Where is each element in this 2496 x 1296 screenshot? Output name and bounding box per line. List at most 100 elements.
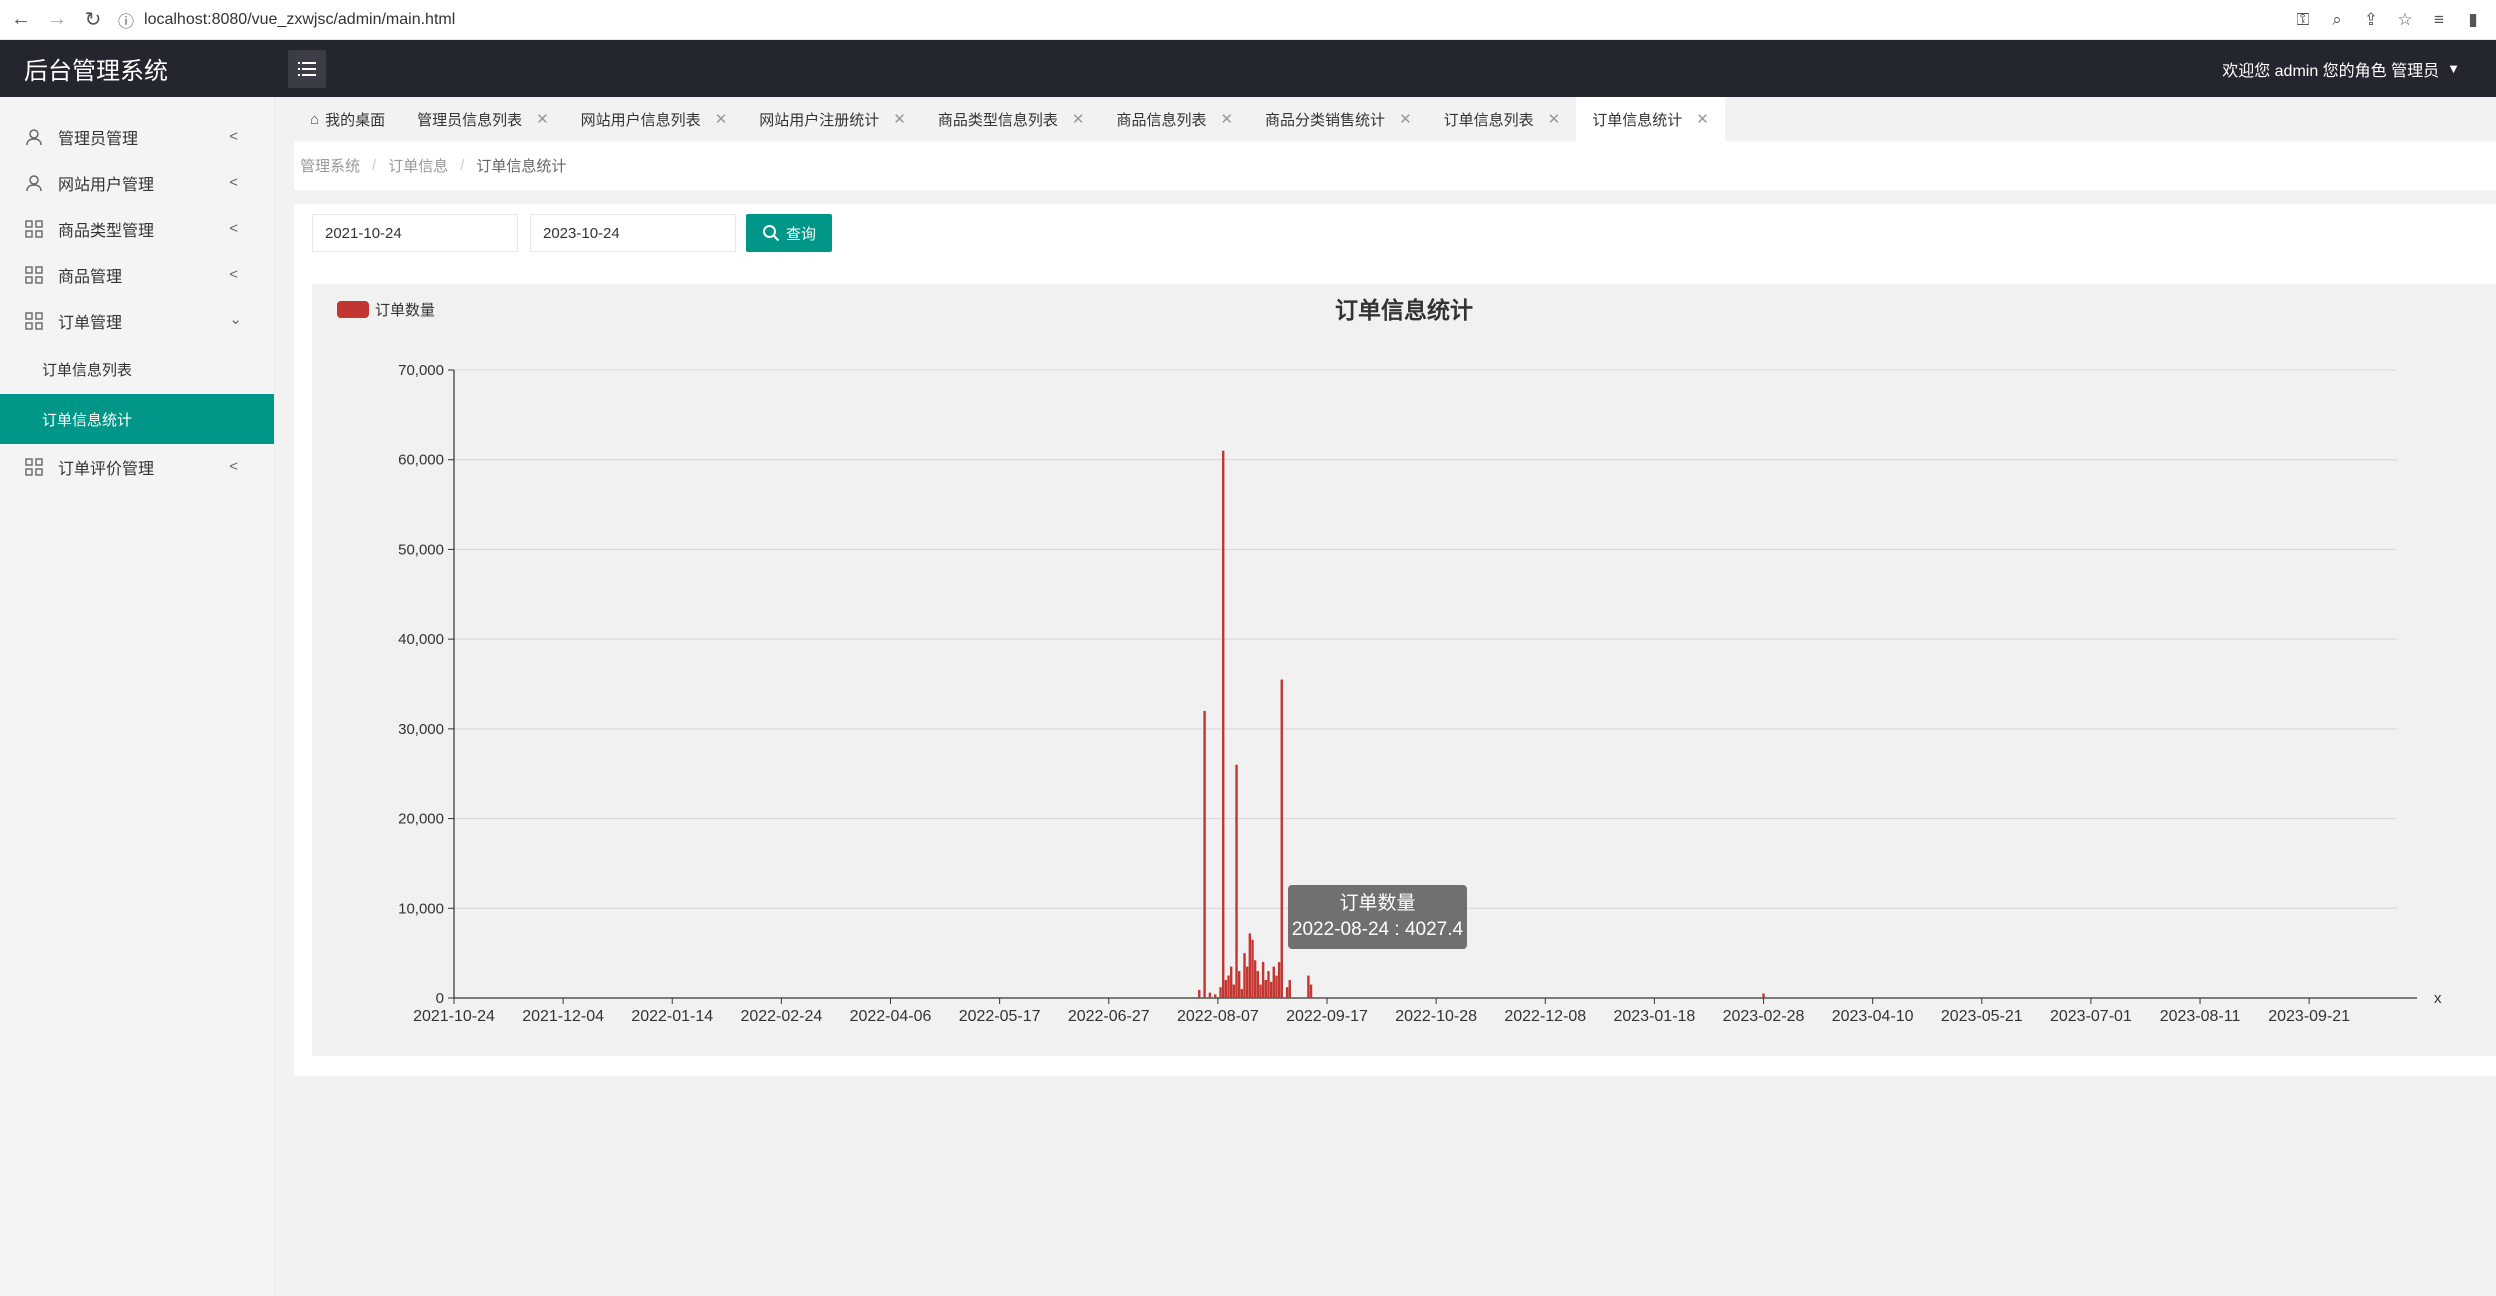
home-icon: ⌂ (310, 110, 320, 128)
x-tick-label: 2023-04-10 (1832, 1008, 1914, 1025)
close-icon[interactable]: ✕ (1399, 110, 1412, 128)
breadcrumb-item: 订单信息统计 (476, 158, 567, 175)
url-text[interactable]: localhost:8080/vue_zxwjsc/admin/main.htm… (144, 11, 455, 29)
sidebar-item-site-users[interactable]: 网站用户管理 < (0, 160, 274, 206)
address-bar[interactable]: ⓘ localhost:8080/vue_zxwjsc/admin/main.h… (118, 5, 455, 35)
data-bar (1762, 993, 1765, 998)
x-tick-label: 2023-09-21 (2268, 1008, 2350, 1025)
tab-product-list[interactable]: 商品信息列表 ✕ (1100, 97, 1249, 141)
sidebar-subitem-order-stats[interactable]: 订单信息统计 (0, 394, 274, 444)
x-tick-label: 2021-10-24 (413, 1008, 495, 1025)
reading-list-icon[interactable]: ≡ (2426, 5, 2452, 35)
breadcrumb-item[interactable]: 管理系统 (300, 155, 360, 176)
data-bar (1235, 764, 1238, 998)
tab-order-list[interactable]: 订单信息列表 ✕ (1428, 97, 1577, 141)
share-icon[interactable]: ⇪ (2358, 5, 2384, 35)
menu-toggle-button[interactable] (288, 49, 326, 88)
app-title: 后台管理系统 (24, 58, 168, 85)
grid-icon (24, 219, 44, 239)
start-date-input[interactable] (312, 214, 518, 252)
data-bar (1245, 966, 1249, 998)
sidebar-item-product-types[interactable]: 商品类型管理 < (0, 206, 274, 252)
data-bar (1203, 710, 1206, 998)
chevron-left-icon: < (229, 220, 238, 237)
legend-label: 订单数量 (375, 302, 435, 319)
x-tick-label: 2021-12-04 (522, 1008, 604, 1025)
data-bar (1227, 975, 1230, 998)
close-icon[interactable]: ✕ (536, 110, 549, 128)
tab-label: 网站用户注册统计 (759, 111, 880, 129)
x-tick-label: 2022-10-28 (1395, 1008, 1477, 1025)
tab-site-user-list[interactable]: 网站用户信息列表 ✕ (565, 97, 744, 141)
data-bar (1243, 953, 1246, 998)
chevron-left-icon: < (229, 174, 238, 191)
data-bar (1307, 975, 1310, 998)
tooltip-title: 订单数量 (1339, 893, 1416, 914)
breadcrumb-separator: / (372, 157, 377, 174)
back-icon[interactable]: ← (6, 5, 36, 35)
data-bar (1275, 975, 1278, 998)
data-bar (1261, 961, 1265, 998)
tab-site-user-register-stats[interactable]: 网站用户注册统计 ✕ (743, 97, 922, 141)
close-icon[interactable]: ✕ (715, 110, 728, 128)
close-icon[interactable]: ✕ (1220, 110, 1233, 128)
tab-category-sales-stats[interactable]: 商品分类销售统计 ✕ (1249, 97, 1428, 141)
close-icon[interactable]: ✕ (893, 110, 906, 128)
query-button[interactable]: 查询 (746, 214, 832, 252)
legend-swatch (337, 301, 369, 318)
user-menu[interactable]: 欢迎您 admin 您的角色 管理员 ▼ (2222, 40, 2460, 97)
breadcrumb-item[interactable]: 订单信息 (388, 155, 448, 176)
tab-label: 订单信息统计 (1592, 111, 1683, 129)
x-tick-label: 2022-06-27 (1068, 1008, 1150, 1025)
close-icon[interactable]: ✕ (1548, 110, 1561, 128)
tab-order-stats[interactable]: 订单信息统计 ✕ (1576, 97, 1725, 141)
sidepanel-icon[interactable]: ▮ (2460, 5, 2486, 35)
chevron-down-icon: ⌄ (229, 311, 242, 328)
sidebar-subitem-order-list[interactable]: 订单信息列表 (0, 344, 274, 394)
close-icon[interactable]: ✕ (1696, 110, 1709, 128)
data-bar (1214, 994, 1217, 998)
data-bar (1208, 992, 1212, 998)
forward-icon[interactable]: → (42, 5, 72, 35)
x-tick-label: 2023-07-01 (2050, 1008, 2132, 1025)
info-icon[interactable]: ⓘ (118, 8, 134, 32)
sidebar-item-admin[interactable]: 管理员管理 < (0, 114, 274, 160)
x-tick-label: 2022-12-08 (1504, 1008, 1586, 1025)
sidebar-item-products[interactable]: 商品管理 < (0, 252, 274, 298)
data-bar (1251, 939, 1254, 998)
tab-desktop[interactable]: ⌂ 我的桌面 (294, 97, 401, 141)
data-bar (1240, 989, 1244, 998)
y-tick-label: 30,000 (398, 721, 444, 738)
x-tick-label: 2022-05-17 (959, 1008, 1041, 1025)
grid-icon (24, 265, 44, 285)
tab-admin-list[interactable]: 管理员信息列表 ✕ (401, 97, 565, 141)
reload-icon[interactable]: ↻ (78, 5, 108, 35)
y-tick-label: 60,000 (398, 452, 444, 469)
tab-label: 我的桌面 (325, 111, 386, 129)
zoom-icon[interactable]: ⌕ (2324, 5, 2350, 35)
chart-tooltip: 订单数量 2022-08-24 : 4027.4 (1288, 885, 1467, 949)
y-tick-label: 40,000 (398, 631, 444, 648)
grid-icon (24, 311, 44, 331)
sidebar-item-orders[interactable]: 订单管理 ⌄ (0, 298, 274, 344)
sidebar-item-label: 商品类型管理 (58, 223, 155, 240)
sidebar-subitem-label: 订单信息统计 (42, 411, 133, 429)
data-bar (1259, 984, 1262, 998)
data-bar (1264, 980, 1268, 998)
x-tick-label: 2022-08-07 (1177, 1008, 1259, 1025)
tab-product-type-list[interactable]: 商品类型信息列表 ✕ (922, 97, 1101, 141)
sidebar-item-order-reviews[interactable]: 订单评价管理 < (0, 444, 274, 490)
star-icon[interactable]: ☆ (2392, 5, 2418, 35)
end-date-input[interactable] (530, 214, 736, 252)
x-tick-label: 2023-05-21 (1941, 1008, 2023, 1025)
breadcrumb-separator: / (460, 157, 465, 174)
user-icon (24, 173, 44, 193)
search-icon (762, 224, 780, 242)
key-icon[interactable]: ⚿ (2290, 5, 2316, 35)
chevron-left-icon: < (229, 128, 238, 145)
tab-label: 商品信息列表 (1116, 111, 1207, 129)
chevron-left-icon: < (229, 266, 238, 283)
x-tick-label: 2022-01-14 (631, 1008, 713, 1025)
tab-bar: ⌂ 我的桌面 管理员信息列表 ✕ 网站用户信息列表 ✕ 网站用户注册统计 ✕ 商… (294, 97, 2496, 141)
close-icon[interactable]: ✕ (1072, 110, 1085, 128)
